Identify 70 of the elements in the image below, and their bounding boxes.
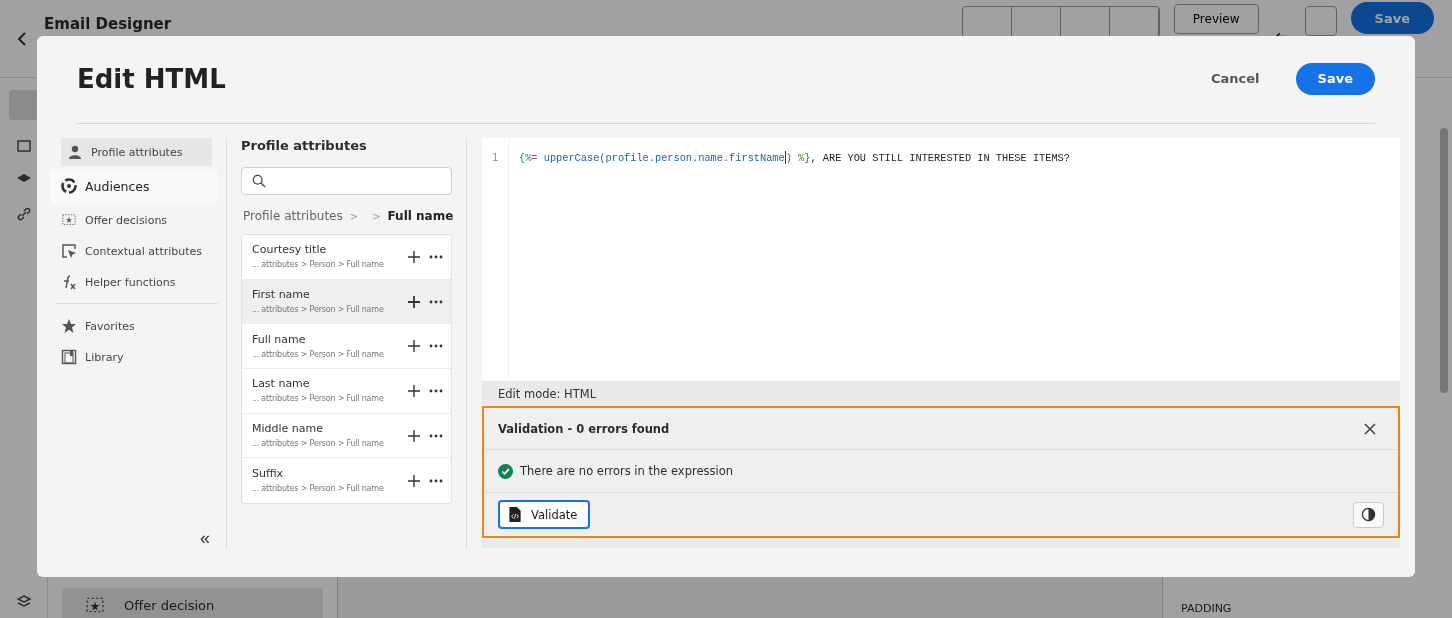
dialog-title: Edit HTML (77, 63, 227, 94)
success-icon (498, 463, 513, 479)
attribute-item[interactable]: First name ... attributes > Person > Full name (242, 279, 451, 325)
offer-icon (84, 596, 106, 614)
breadcrumb-link[interactable]: Profile attributes (243, 209, 343, 223)
attribute-name: Suffix (252, 467, 285, 481)
attribute-path: ... attributes > Person > Full name (252, 259, 385, 271)
edit-mode-label: Edit mode: HTML (498, 386, 597, 401)
nav-item[interactable]: Offer decisions (50, 206, 218, 234)
function-icon (61, 274, 77, 290)
star-icon (61, 318, 77, 334)
attribute-item[interactable]: Courtesy title ... attributes > Person > Full name (242, 235, 451, 280)
attribute-name: Courtesy title (252, 243, 328, 257)
attribute-item[interactable]: Last name ... attributes > Person > Full name (242, 369, 451, 414)
more-icon[interactable] (429, 478, 443, 483)
attribute-item[interactable]: Full name ... attributes > Person > Full name (242, 324, 451, 370)
attribute-path: ... attributes > Person > Full name (252, 304, 385, 316)
close-icon[interactable] (1364, 422, 1376, 435)
attribute-name: Full name (252, 332, 307, 346)
nav-item[interactable]: Helper functions (50, 268, 218, 296)
more-icon[interactable] (429, 299, 443, 304)
validate-button[interactable]: Validate (498, 500, 591, 529)
library-icon (61, 349, 77, 365)
section-label: PADDING (1181, 602, 1233, 615)
breadcrumb-separator: > (349, 210, 359, 222)
nav-item[interactable]: Library (50, 343, 218, 371)
attribute-name: First name (252, 288, 311, 302)
preview-button[interactable]: Preview (1173, 4, 1259, 34)
attribute-path: ... attributes > Person > Full name (252, 348, 385, 360)
validation-title: Validation - 0 errors found (498, 421, 670, 436)
offer-decision-item[interactable]: Offer decision (62, 588, 323, 618)
cursor-icon (61, 243, 77, 259)
scrollbar[interactable] (1440, 128, 1448, 393)
attribute-name: Last name (252, 377, 311, 391)
save-button[interactable]: Save (1295, 62, 1375, 95)
nav-item[interactable]: Audiences (50, 169, 218, 203)
validation-message: There are no errors in the expression (520, 464, 733, 478)
more-icon[interactable] (429, 433, 443, 438)
search-icon (252, 174, 266, 188)
more-icon[interactable] (429, 388, 443, 393)
attribute-item[interactable]: Middle name ... attributes > Person > Full name (242, 413, 451, 459)
breadcrumb-separator: > (372, 210, 381, 222)
attribute-item[interactable]: Suffix ... attributes > Person > Full name (242, 458, 451, 504)
more-icon[interactable] (429, 254, 443, 259)
more-icon[interactable] (429, 344, 443, 349)
line-number: 1 (482, 138, 509, 381)
link-icon[interactable] (15, 206, 32, 222)
attribute-path: ... attributes > Person > Full name (252, 438, 385, 450)
code-line: {%= upperCase(profile.person.name.firstName) %}, ARE YOU STILL INTERESTED IN THESE ITEMS? (518, 150, 1070, 165)
audience-icon (61, 178, 77, 194)
cancel-button[interactable]: Cancel (1205, 70, 1266, 87)
image-icon[interactable] (15, 138, 32, 154)
attribute-path: ... attributes > Person > Full name (252, 393, 385, 405)
nav-item[interactable]: Profile attributes (61, 138, 212, 166)
code-editor[interactable]: 1 {%= upperCase(profile.person.name.firstName) %}, ARE YOU STILL INTERESTED IN THESE ITEMS? (482, 138, 1400, 381)
layers-icon[interactable] (15, 594, 32, 610)
contrast-icon (1361, 507, 1376, 522)
search-field[interactable] (241, 167, 452, 195)
nav-item[interactable]: Favorites (50, 312, 218, 340)
panel-heading: Profile attributes (241, 138, 368, 153)
nav-item[interactable]: Contextual attributes (50, 237, 218, 265)
contrast-button[interactable] (1353, 501, 1384, 528)
attribute-name: Middle name (252, 422, 325, 436)
collapse-button[interactable]: « (200, 528, 210, 549)
code-file-icon (509, 507, 521, 522)
breadcrumb-current: Full name (387, 209, 454, 223)
offer-icon (61, 213, 77, 227)
attribute-path: ... attributes > Person > Full name (252, 483, 385, 495)
person-icon (67, 144, 83, 160)
app-title: Email Designer (44, 15, 172, 33)
